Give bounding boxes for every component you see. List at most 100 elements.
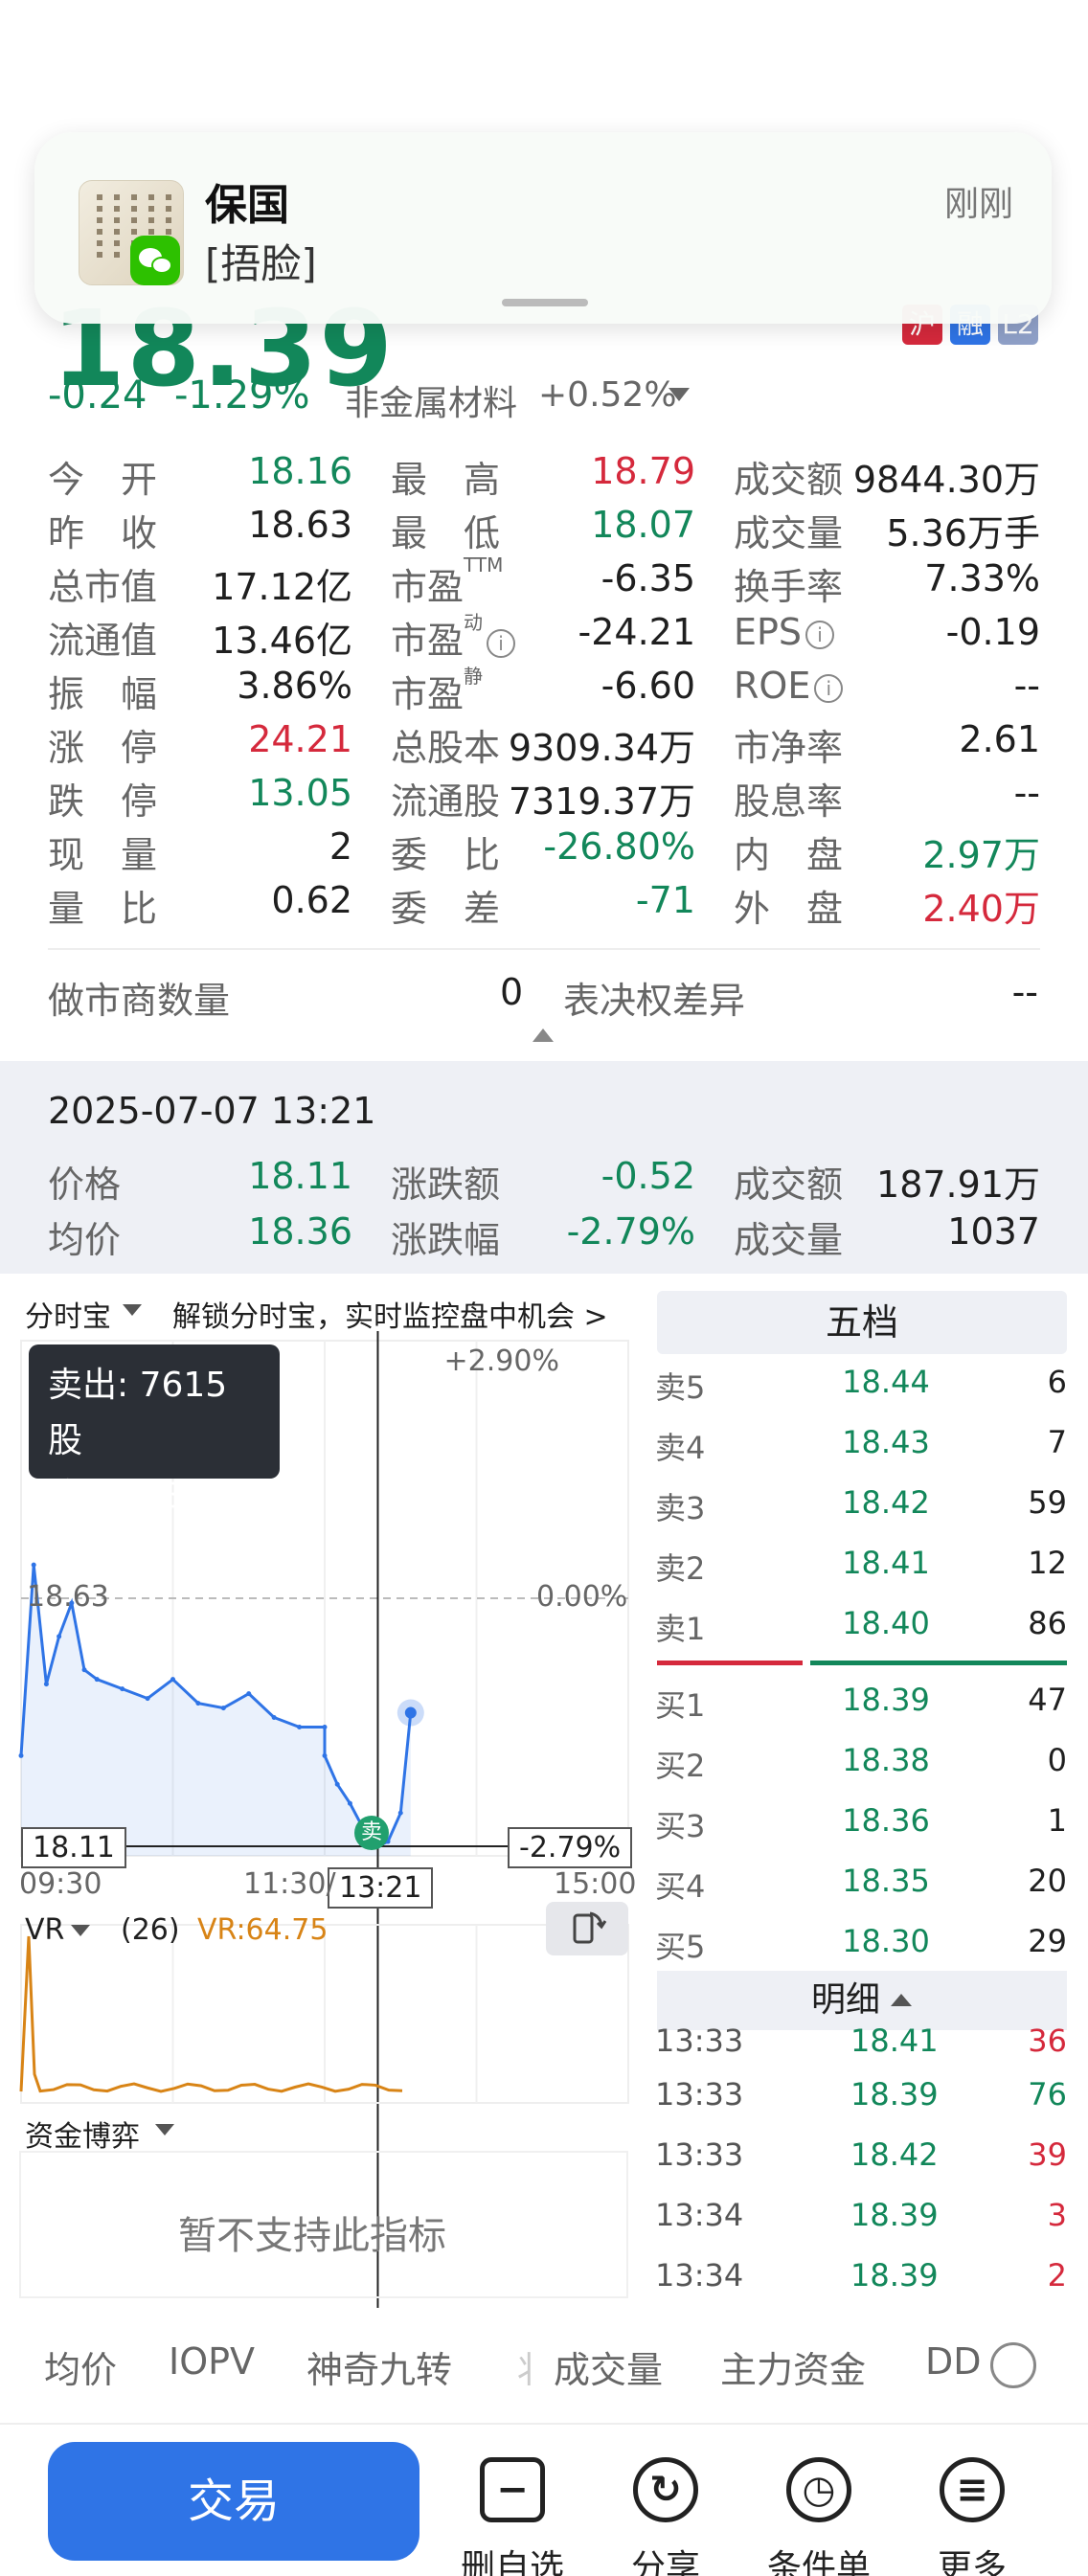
stat-label-sup: 动 <box>464 611 484 634</box>
orderbook-level-label: 卖2 <box>655 1550 706 1587</box>
indicator-tab[interactable]: 神奇九转 <box>306 2340 452 2393</box>
caret-down-icon[interactable] <box>155 2124 174 2135</box>
stat-value: 18.16 <box>248 450 352 492</box>
stat-label: 昨 收 <box>48 504 157 556</box>
caret-down-icon[interactable] <box>669 388 690 401</box>
snapshot-label: 成交量 <box>734 1219 844 1261</box>
fund-unsupported-message: 暂不支持此指标 <box>178 2214 446 2258</box>
stat-label-text: 换手率 <box>734 566 844 608</box>
info-icon[interactable]: i <box>814 673 844 703</box>
notification-banner[interactable]: 保国 [捂脸] 刚刚 <box>34 132 1052 324</box>
share-icon[interactable]: ↻ <box>633 2457 698 2522</box>
vr-indicator-selector[interactable]: VR <box>25 1913 64 1947</box>
price-point <box>246 1691 252 1697</box>
orderbook-price[interactable]: 18.30 <box>814 1923 958 1959</box>
sell-marker-icon[interactable]: 卖 <box>354 1816 389 1850</box>
fund-indicator-selector[interactable]: 资金博弈 <box>25 2113 140 2155</box>
orderbook-tab[interactable]: 五档 <box>657 1291 1067 1354</box>
stat-value: -6.35 <box>601 557 695 599</box>
indicator-tab[interactable]: 成交量 <box>554 2340 663 2393</box>
orderbook-price[interactable]: 18.42 <box>814 1484 958 1521</box>
orderbook-volume: 12 <box>1028 1545 1067 1581</box>
stat-label: 流通值 <box>48 611 157 664</box>
trade-button[interactable]: 交易 <box>48 2442 419 2561</box>
stat-value: -0.19 <box>945 611 1040 653</box>
orderbook-volume: 47 <box>1028 1682 1067 1718</box>
orderbook-volume: 7 <box>1047 1424 1067 1460</box>
orderbook-price[interactable]: 18.39 <box>814 1682 958 1718</box>
bottom-bar-item[interactable]: ↻ 分享 <box>603 2457 728 2576</box>
trade-price: 18.42 <box>850 2136 939 2173</box>
indicator-tab[interactable]: DD <box>925 2340 982 2383</box>
timeshare-selector[interactable]: 分时宝 <box>25 1293 111 1335</box>
stat-label-text: 最 低 <box>391 512 501 554</box>
tooltip-avg: 均价: 18.074 <box>48 1477 261 1516</box>
rotate-screen-icon[interactable] <box>546 1902 628 1955</box>
orderbook-price[interactable]: 18.36 <box>814 1802 958 1839</box>
stat-label: 跌 停 <box>48 772 157 825</box>
menu-icon[interactable]: ≡ <box>940 2457 1005 2522</box>
trades-tab[interactable]: 明细 <box>657 1971 1067 2030</box>
caret-down-icon[interactable] <box>71 1925 90 1936</box>
price-point <box>170 1677 175 1683</box>
stat-value: 13.46亿 <box>212 620 352 662</box>
drag-handle[interactable] <box>502 299 588 306</box>
time-mid-label: 11:30/ <box>243 1867 336 1901</box>
settings-gear-icon[interactable] <box>990 2342 1036 2388</box>
orderbook-price[interactable]: 18.41 <box>814 1545 958 1581</box>
market-maker-label: 做市商数量 <box>48 980 231 1022</box>
stat-label-text: 流通股 <box>391 780 501 823</box>
clock-icon[interactable]: ◷ <box>786 2457 851 2522</box>
sector-change[interactable]: +0.52% <box>538 375 677 415</box>
indicator-tab[interactable]: IOPV <box>169 2340 255 2383</box>
orderbook-level-label: 卖4 <box>655 1430 706 1466</box>
stat-label: ROE i <box>734 665 844 707</box>
stat-label: 市盈动i <box>391 611 516 664</box>
stat-value: 2.61 <box>959 718 1040 760</box>
orderbook-price[interactable]: 18.38 <box>814 1742 958 1778</box>
trade-time: 13:33 <box>655 2022 744 2059</box>
stat-label-text: ROE <box>734 665 811 707</box>
price-point <box>397 1810 403 1816</box>
trade-time: 13:34 <box>655 2257 744 2294</box>
stat-label-text: 昨 收 <box>48 512 158 554</box>
indicator-tab[interactable]: 丬 <box>510 2340 546 2393</box>
bottom-bar-item[interactable]: − 删自选 <box>450 2457 575 2576</box>
stat-label: 市盈静 <box>391 665 483 717</box>
orderbook-level-label: 买5 <box>655 1929 706 1965</box>
orderbook-price[interactable]: 18.35 <box>814 1863 958 1899</box>
stat-label: 外 盘 <box>734 879 843 932</box>
stat-value: 18.63 <box>248 504 352 546</box>
stat-label-text: 市盈 <box>391 673 465 715</box>
collapse-caret-icon[interactable] <box>533 1028 554 1042</box>
orderbook-volume: 59 <box>1028 1484 1067 1521</box>
orderbook-price[interactable]: 18.44 <box>814 1364 958 1400</box>
stat-label-text: 成交量 <box>734 512 844 554</box>
stat-label-text: 委 差 <box>391 888 501 930</box>
divider <box>48 948 1040 950</box>
indicator-tab[interactable]: 均价 <box>44 2340 117 2393</box>
stat-label-text: 流通值 <box>48 620 158 662</box>
stat-value: -- <box>1013 772 1040 814</box>
timeshare-promo-link[interactable]: 解锁分时宝，实时监控盘中机会 > <box>172 1293 608 1335</box>
price-point <box>347 1800 352 1806</box>
caret-up-icon[interactable] <box>891 1994 912 2006</box>
orderbook-price[interactable]: 18.43 <box>814 1424 958 1460</box>
info-icon[interactable]: i <box>805 620 835 649</box>
bottom-bar-item[interactable]: ◷ 条件单 <box>757 2457 881 2576</box>
stat-label-text: 现 量 <box>48 834 158 876</box>
trades-tab-label: 明细 <box>810 1980 880 2020</box>
minus-square-icon[interactable]: − <box>480 2457 545 2522</box>
caret-down-icon[interactable] <box>123 1304 142 1316</box>
orderbook-price[interactable]: 18.40 <box>814 1605 958 1641</box>
stat-label: 委 比 <box>391 825 500 878</box>
stat-label-sup: TTM <box>464 554 504 576</box>
stat-label-text: 外 盘 <box>734 888 844 930</box>
indicator-tab[interactable]: 主力资金 <box>720 2340 866 2393</box>
stat-label-text: 股息率 <box>734 780 844 823</box>
price-point <box>81 1667 87 1673</box>
bottom-bar-item[interactable]: ≡ 更多 <box>910 2457 1034 2576</box>
price-point <box>271 1715 277 1721</box>
info-icon[interactable]: i <box>487 628 516 658</box>
stat-value: 13.05 <box>248 772 352 814</box>
